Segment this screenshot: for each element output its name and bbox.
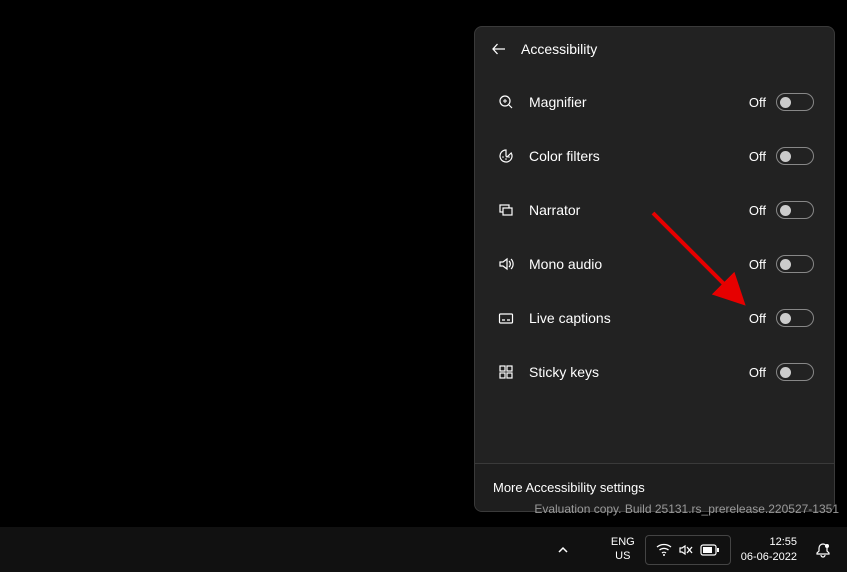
sticky-keys-toggle[interactable] [776,363,814,381]
live-captions-toggle[interactable] [776,309,814,327]
setting-status: Off [749,365,766,380]
volume-muted-icon [678,542,694,558]
setting-live-captions[interactable]: Live captions Off [475,291,834,345]
setting-sticky-keys[interactable]: Sticky keys Off [475,345,834,399]
live-captions-icon [497,309,515,327]
tray-overflow-chevron[interactable] [547,536,579,564]
lang-code: ENG [611,536,635,549]
sticky-keys-icon [497,363,515,381]
mono-audio-toggle[interactable] [776,255,814,273]
setting-narrator[interactable]: Narrator Off [475,183,834,237]
setting-label: Color filters [529,148,749,164]
setting-status: Off [749,203,766,218]
accessibility-flyout: Accessibility Magnifier Off Color filter… [474,26,835,512]
narrator-toggle[interactable] [776,201,814,219]
magnifier-toggle[interactable] [776,93,814,111]
setting-label: Live captions [529,310,749,326]
clock-time: 12:55 [741,535,797,549]
color-filters-toggle[interactable] [776,147,814,165]
chevron-up-icon [557,544,569,556]
mono-audio-icon [497,255,515,273]
language-indicator[interactable]: ENG US [603,536,643,562]
setting-status: Off [749,95,766,110]
clock-date[interactable]: 12:55 06-06-2022 [733,535,805,564]
narrator-icon [497,201,515,219]
setting-label: Magnifier [529,94,749,110]
back-arrow-icon [491,41,507,57]
evaluation-watermark: Evaluation copy. Build 25131.rs_prerelea… [534,502,839,516]
battery-icon [700,544,720,556]
lang-region: US [611,550,635,563]
more-settings-link[interactable]: More Accessibility settings [493,480,816,495]
magnifier-icon [497,93,515,111]
setting-mono-audio[interactable]: Mono audio Off [475,237,834,291]
clock-date-text: 06-06-2022 [741,550,797,564]
settings-list: Magnifier Off Color filters Off Narrator… [475,69,834,463]
color-filters-icon [497,147,515,165]
setting-label: Narrator [529,202,749,218]
taskbar: ENG US 12:55 06-06-2022 [0,527,847,572]
system-tray-group[interactable] [645,535,731,565]
setting-magnifier[interactable]: Magnifier Off [475,75,834,129]
back-button[interactable] [489,39,509,59]
flyout-title: Accessibility [521,41,597,57]
flyout-header: Accessibility [475,27,834,69]
setting-label: Mono audio [529,256,749,272]
setting-color-filters[interactable]: Color filters Off [475,129,834,183]
notifications-button[interactable] [807,542,839,558]
setting-status: Off [749,149,766,164]
setting-status: Off [749,311,766,326]
setting-status: Off [749,257,766,272]
wifi-icon [656,542,672,558]
nvidia-tray-icon[interactable] [581,542,601,558]
setting-label: Sticky keys [529,364,749,380]
bell-icon [815,542,831,558]
